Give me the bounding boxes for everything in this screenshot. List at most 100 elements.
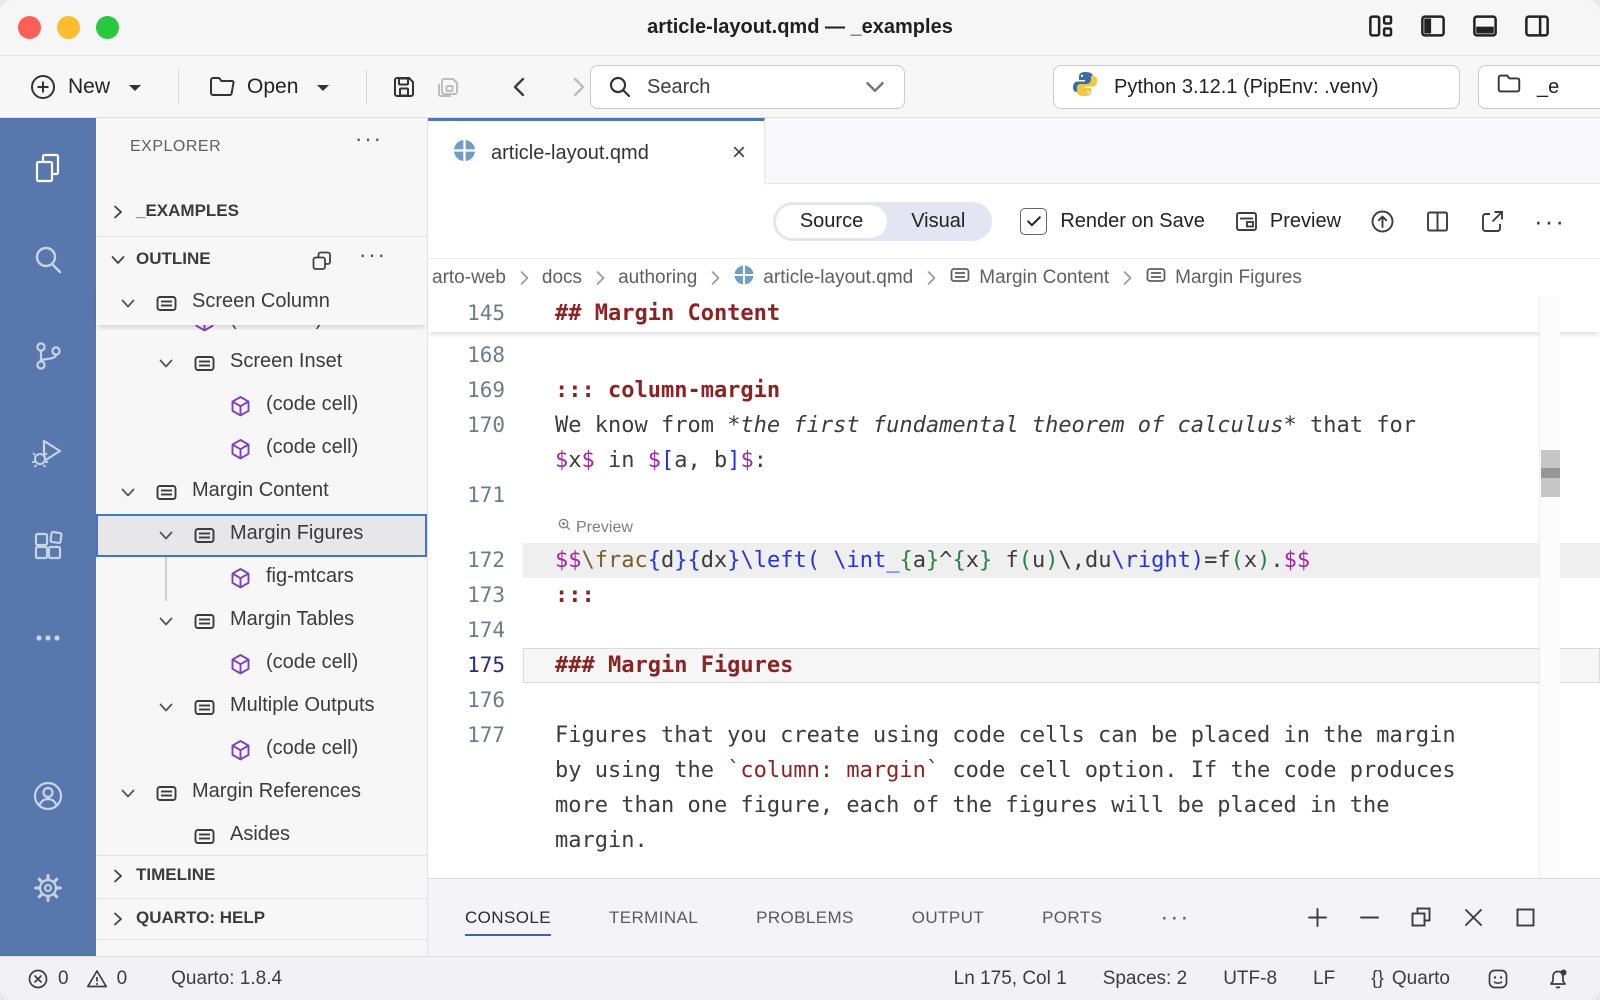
extensions-icon[interactable]	[31, 529, 65, 563]
codelens-row[interactable]: Preview	[428, 513, 1600, 543]
sticky-code-line[interactable]: 145## Margin Content	[428, 296, 780, 331]
collapse-all-icon[interactable]	[309, 248, 335, 279]
code-line-173[interactable]: 173:::	[428, 578, 1600, 613]
save-all-icon[interactable]	[433, 72, 463, 102]
code-line-175[interactable]: 175### Margin Figures	[428, 648, 1600, 683]
panel-tab-ports[interactable]: PORTS	[1042, 900, 1102, 936]
files-icon[interactable]	[31, 151, 65, 185]
account-icon[interactable]	[31, 779, 65, 813]
outline-more-actions-icon[interactable]: ···	[359, 250, 387, 260]
toggle-panel-icon[interactable]	[1470, 11, 1500, 46]
code-line-170[interactable]: 170We know from *the first fundamental t…	[428, 408, 1600, 443]
outline-item-multiple-outputs[interactable]: Multiple Outputs	[96, 686, 427, 729]
search-input[interactable]: Search	[590, 65, 905, 109]
breadcrumb-item-authoring[interactable]: authoring	[618, 267, 697, 289]
eol-status[interactable]: LF	[1313, 968, 1335, 990]
navigate-forward-icon[interactable]	[563, 72, 593, 102]
breadcrumb-item-article-layout-qmd[interactable]: article-layout.qmd	[733, 264, 913, 292]
panel-restore-icon[interactable]	[1409, 905, 1434, 930]
editor-scrollbar[interactable]	[1539, 296, 1560, 878]
panel-tab-terminal[interactable]: TERMINAL	[609, 900, 698, 936]
run-debug-icon[interactable]	[31, 435, 65, 469]
visual-mode-button[interactable]: Visual	[887, 205, 989, 238]
tab-article-layout[interactable]: article-layout.qmd ×	[428, 118, 765, 185]
panel-more-tabs-icon[interactable]: ···	[1160, 913, 1190, 923]
outline-item-fig-mtcars[interactable]: fig-mtcars	[96, 557, 427, 600]
code-line-174[interactable]: 174	[428, 613, 1600, 648]
sidebar-section-examples[interactable]: _EXAMPLES	[96, 192, 427, 232]
code-line-171[interactable]: 171	[428, 478, 1600, 513]
code-line-wrap[interactable]: margin.	[428, 823, 1600, 858]
outline-item-margin-tables[interactable]: Margin Tables	[96, 600, 427, 643]
outline-item-asides[interactable]: Asides	[96, 815, 427, 858]
code-line-168[interactable]: 168	[428, 338, 1600, 373]
chevron-down-icon[interactable]	[860, 72, 890, 102]
codelens-preview-action[interactable]: Preview	[523, 513, 633, 543]
outline-item-code-cell[interactable]: (code cell)	[96, 643, 427, 686]
line-number: 168	[428, 338, 523, 373]
sticky-scroll-line[interactable]: 145## Margin Content	[428, 296, 1600, 332]
outline-item-screen-inset[interactable]: Screen Inset	[96, 342, 427, 385]
close-tab-icon[interactable]: ×	[732, 141, 746, 165]
toggle-secondary-sidebar-icon[interactable]	[1522, 11, 1552, 46]
outline-item-margin-references[interactable]: Margin References	[96, 772, 427, 815]
new-button[interactable]: New	[22, 72, 156, 102]
sidebar-section-quarto-help[interactable]: QUARTO: HELP	[96, 898, 427, 940]
panel-tab-problems[interactable]: PROBLEMS	[756, 900, 854, 936]
encoding-status[interactable]: UTF-8	[1223, 968, 1277, 990]
code-line-wrap[interactable]: $x$ in $[a, b]$:	[428, 443, 1600, 478]
source-mode-button[interactable]: Source	[776, 205, 887, 238]
panel-tab-console[interactable]: CONSOLE	[465, 900, 551, 936]
breadcrumb-item-margin-figures[interactable]: Margin Figures	[1145, 264, 1302, 292]
open-external-icon[interactable]	[1479, 208, 1506, 235]
save-icon[interactable]	[389, 72, 419, 102]
breadcrumb-item-arto-web[interactable]: arto-web	[432, 267, 506, 289]
outline-item-screen-column[interactable]: Screen Column	[96, 282, 427, 325]
code-line-177[interactable]: 177Figures that you create using code ce…	[428, 718, 1600, 753]
panel-new-icon[interactable]	[1305, 905, 1330, 930]
customize-layout-icon[interactable]	[1366, 11, 1396, 46]
quarto-version-status[interactable]: Quarto: 1.8.4	[171, 968, 282, 990]
workspace-folder-button[interactable]: _e	[1478, 65, 1600, 109]
feedback-smiley-icon[interactable]	[1486, 967, 1510, 991]
code-line-176[interactable]: 176	[428, 683, 1600, 718]
cursor-position-status[interactable]: Ln 175, Col 1	[954, 968, 1067, 990]
search-sidebar-icon[interactable]	[31, 243, 65, 277]
panel-tab-output[interactable]: OUTPUT	[912, 900, 984, 936]
panel-minimize-icon[interactable]	[1357, 905, 1382, 930]
sidebar-section-outline[interactable]: OUTLINE ···	[96, 240, 427, 282]
code-line-172[interactable]: 172$$\frac{d}{dx}\left( \int_{a}^{x} f(u…	[428, 543, 1600, 578]
source-control-icon[interactable]	[31, 339, 65, 373]
panel-maximize-icon[interactable]	[1513, 905, 1538, 930]
outline-item-code-cell[interactable]: (code cell)	[96, 729, 427, 772]
breadcrumb-item-docs[interactable]: docs	[542, 267, 582, 289]
explorer-more-actions-icon[interactable]: ···	[355, 134, 383, 144]
split-editor-icon[interactable]	[1424, 208, 1451, 235]
outline-item-margin-content[interactable]: Margin Content	[96, 471, 427, 514]
code-line-wrap[interactable]: more than one figure, each of the figure…	[428, 788, 1600, 823]
render-on-save-toggle[interactable]: Render on Save	[1020, 208, 1205, 235]
outline-item-code-cell[interactable]: (code cell)	[96, 428, 427, 471]
python-interpreter-button[interactable]: Python 3.12.1 (PipEnv: .venv)	[1053, 65, 1460, 109]
settings-gear-icon[interactable]	[31, 871, 65, 905]
toggle-primary-sidebar-icon[interactable]	[1418, 11, 1448, 46]
more-views-icon[interactable]	[31, 621, 65, 655]
panel-close-icon[interactable]	[1461, 905, 1486, 930]
sidebar-section-timeline[interactable]: TIMELINE	[96, 855, 427, 898]
code-line-wrap[interactable]: by using the `column: margin` code cell …	[428, 753, 1600, 788]
editor-more-actions-icon[interactable]: ···	[1534, 216, 1566, 226]
language-mode-status[interactable]: {} Quarto	[1371, 968, 1450, 990]
open-button[interactable]: Open	[201, 72, 344, 102]
indentation-status[interactable]: Spaces: 2	[1103, 968, 1188, 990]
problems-status[interactable]: 0 0	[26, 967, 127, 991]
notifications-bell-icon[interactable]	[1546, 967, 1570, 991]
navigate-back-icon[interactable]	[505, 72, 535, 102]
outline-item-margin-figures[interactable]: Margin Figures	[96, 514, 427, 557]
breadcrumb-item-margin-content[interactable]: Margin Content	[949, 264, 1109, 292]
code-editor[interactable]: 145## Margin Content 168169::: column-ma…	[428, 296, 1600, 878]
code-line-169[interactable]: 169::: column-margin	[428, 373, 1600, 408]
preview-button[interactable]: Preview	[1233, 208, 1341, 235]
publish-icon[interactable]	[1369, 208, 1396, 235]
code-line-text: We know from *the first fundamental theo…	[523, 408, 1600, 443]
outline-item-code-cell[interactable]: (code cell)	[96, 385, 427, 428]
